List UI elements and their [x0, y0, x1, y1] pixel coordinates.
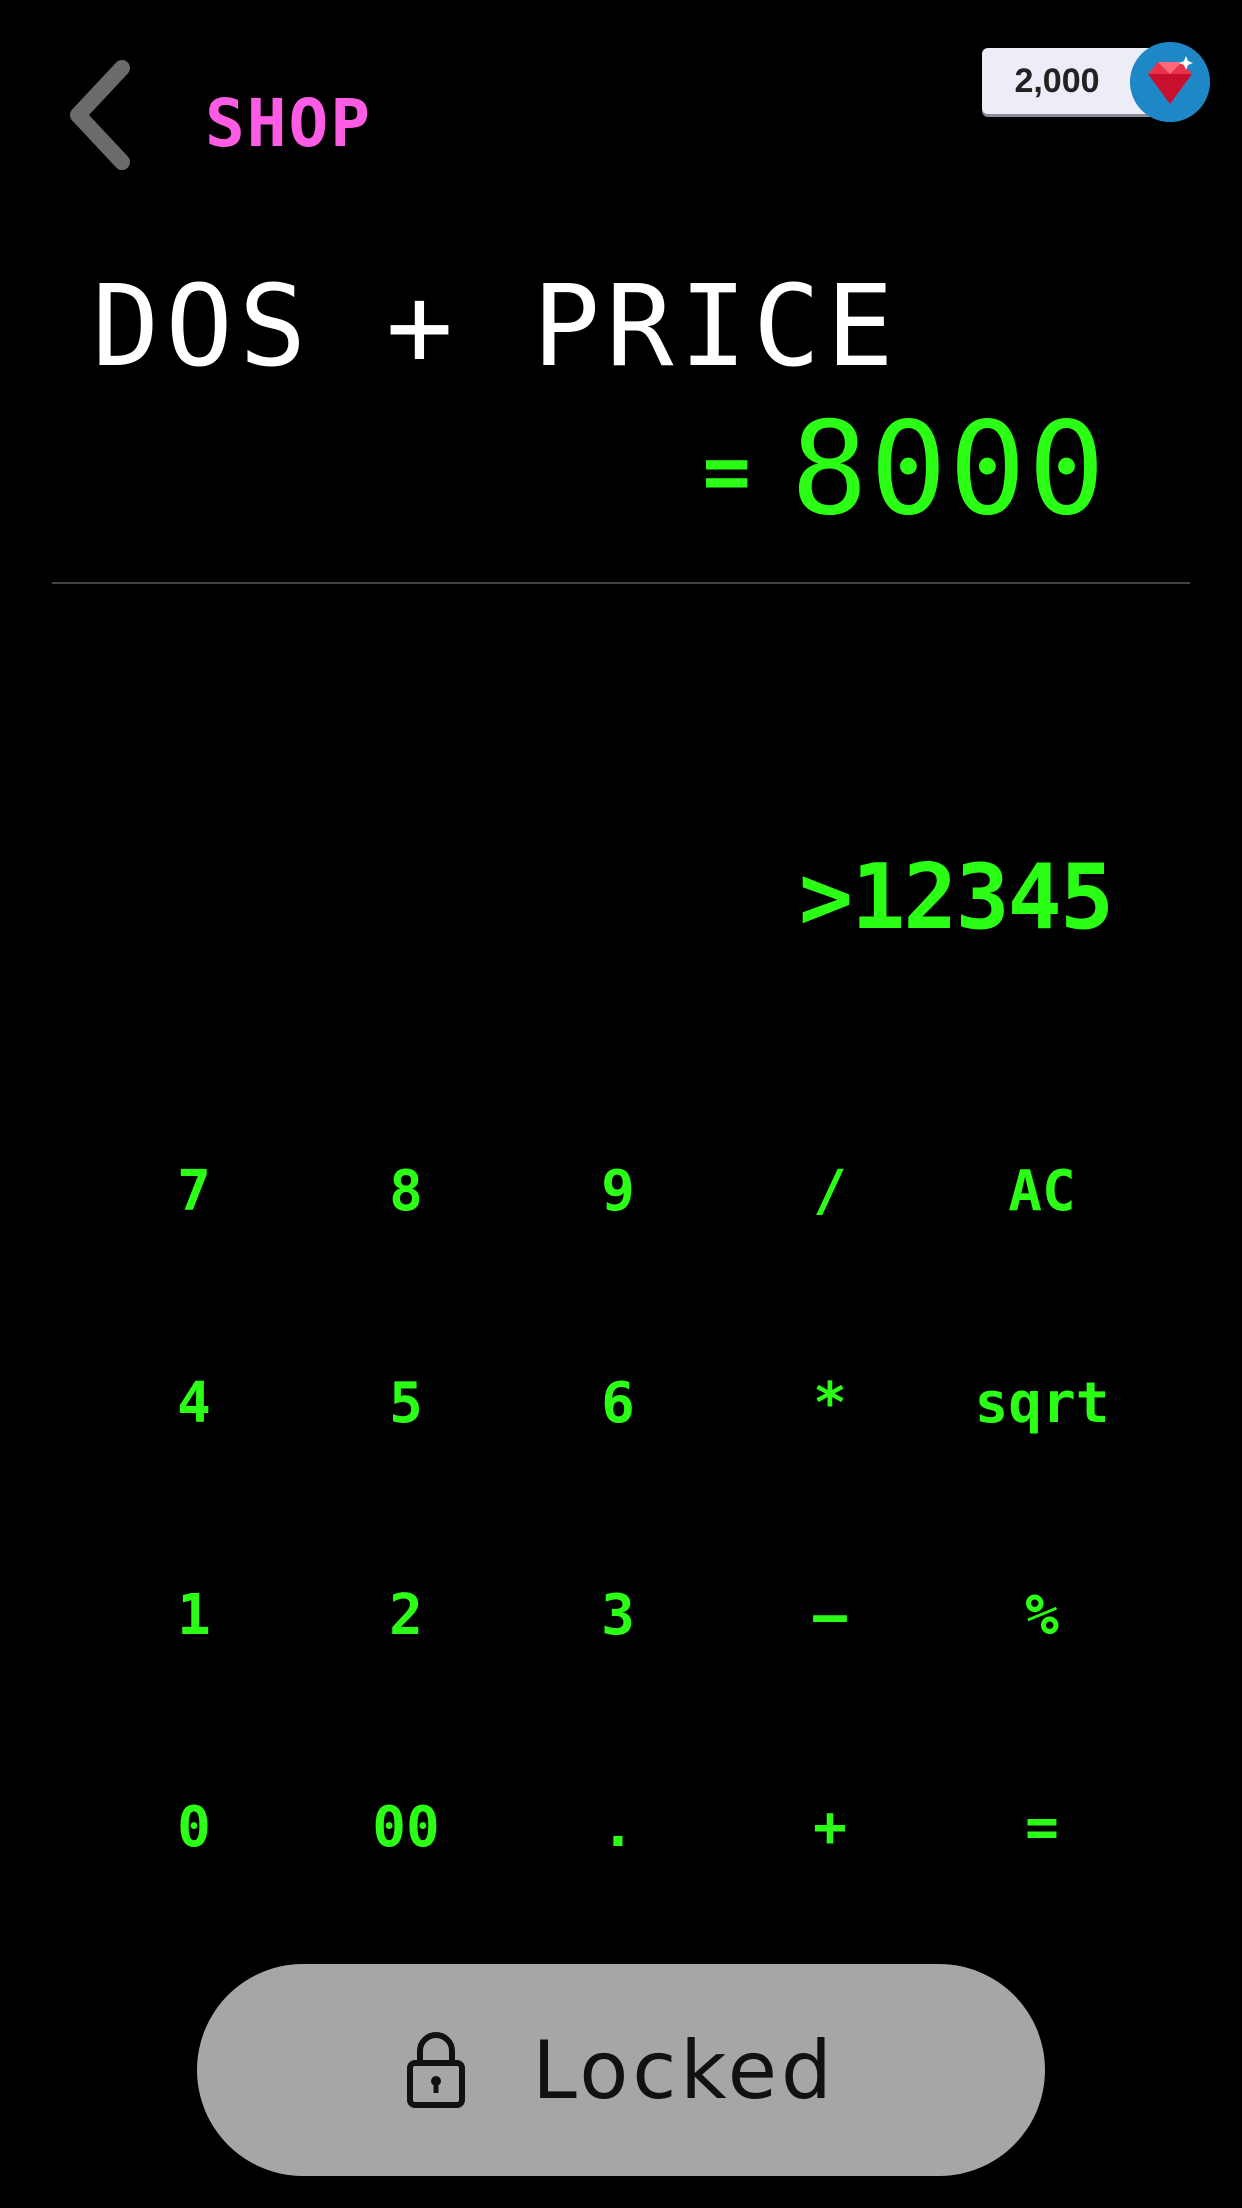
calculator-display: >12345 — [798, 845, 1114, 950]
key-2[interactable]: 2 — [300, 1509, 512, 1721]
key-9[interactable]: 9 — [512, 1085, 724, 1297]
locked-button[interactable]: Locked — [197, 1964, 1045, 2176]
key-percent[interactable]: % — [936, 1509, 1148, 1721]
key-decimal[interactable]: . — [512, 1721, 724, 1933]
key-0[interactable]: 0 — [88, 1721, 300, 1933]
key-5[interactable]: 5 — [300, 1297, 512, 1509]
locked-button-label: Locked — [532, 2023, 836, 2117]
key-minus[interactable]: — — [724, 1509, 936, 1721]
key-4[interactable]: 4 — [88, 1297, 300, 1509]
back-chevron-icon[interactable] — [60, 60, 140, 170]
key-1[interactable]: 1 — [88, 1509, 300, 1721]
key-equals[interactable]: = — [936, 1721, 1148, 1933]
key-divide[interactable]: / — [724, 1085, 936, 1297]
price-display: = 8000 — [703, 400, 1107, 542]
product-name: DOS + PRICE — [92, 262, 900, 392]
key-multiply[interactable]: * — [724, 1297, 936, 1509]
key-6[interactable]: 6 — [512, 1297, 724, 1509]
key-sqrt[interactable]: sqrt — [936, 1297, 1148, 1509]
price-equals-sign: = — [702, 425, 751, 518]
key-plus[interactable]: + — [724, 1721, 936, 1933]
divider — [52, 582, 1190, 584]
calculator-keypad: 7 8 9 / AC 4 5 6 * sqrt 1 2 3 — % 0 00 .… — [88, 1085, 1148, 1933]
key-3[interactable]: 3 — [512, 1509, 724, 1721]
diamond-gem-icon — [1130, 42, 1210, 122]
key-all-clear[interactable]: AC — [936, 1085, 1148, 1297]
shop-title[interactable]: SHOP — [205, 84, 372, 164]
padlock-icon — [407, 2032, 466, 2108]
key-00[interactable]: 00 — [300, 1721, 512, 1933]
key-7[interactable]: 7 — [88, 1085, 300, 1297]
key-8[interactable]: 8 — [300, 1085, 512, 1297]
price-value: 8000 — [790, 395, 1107, 544]
gem-count: 2,000 — [1014, 62, 1100, 100]
